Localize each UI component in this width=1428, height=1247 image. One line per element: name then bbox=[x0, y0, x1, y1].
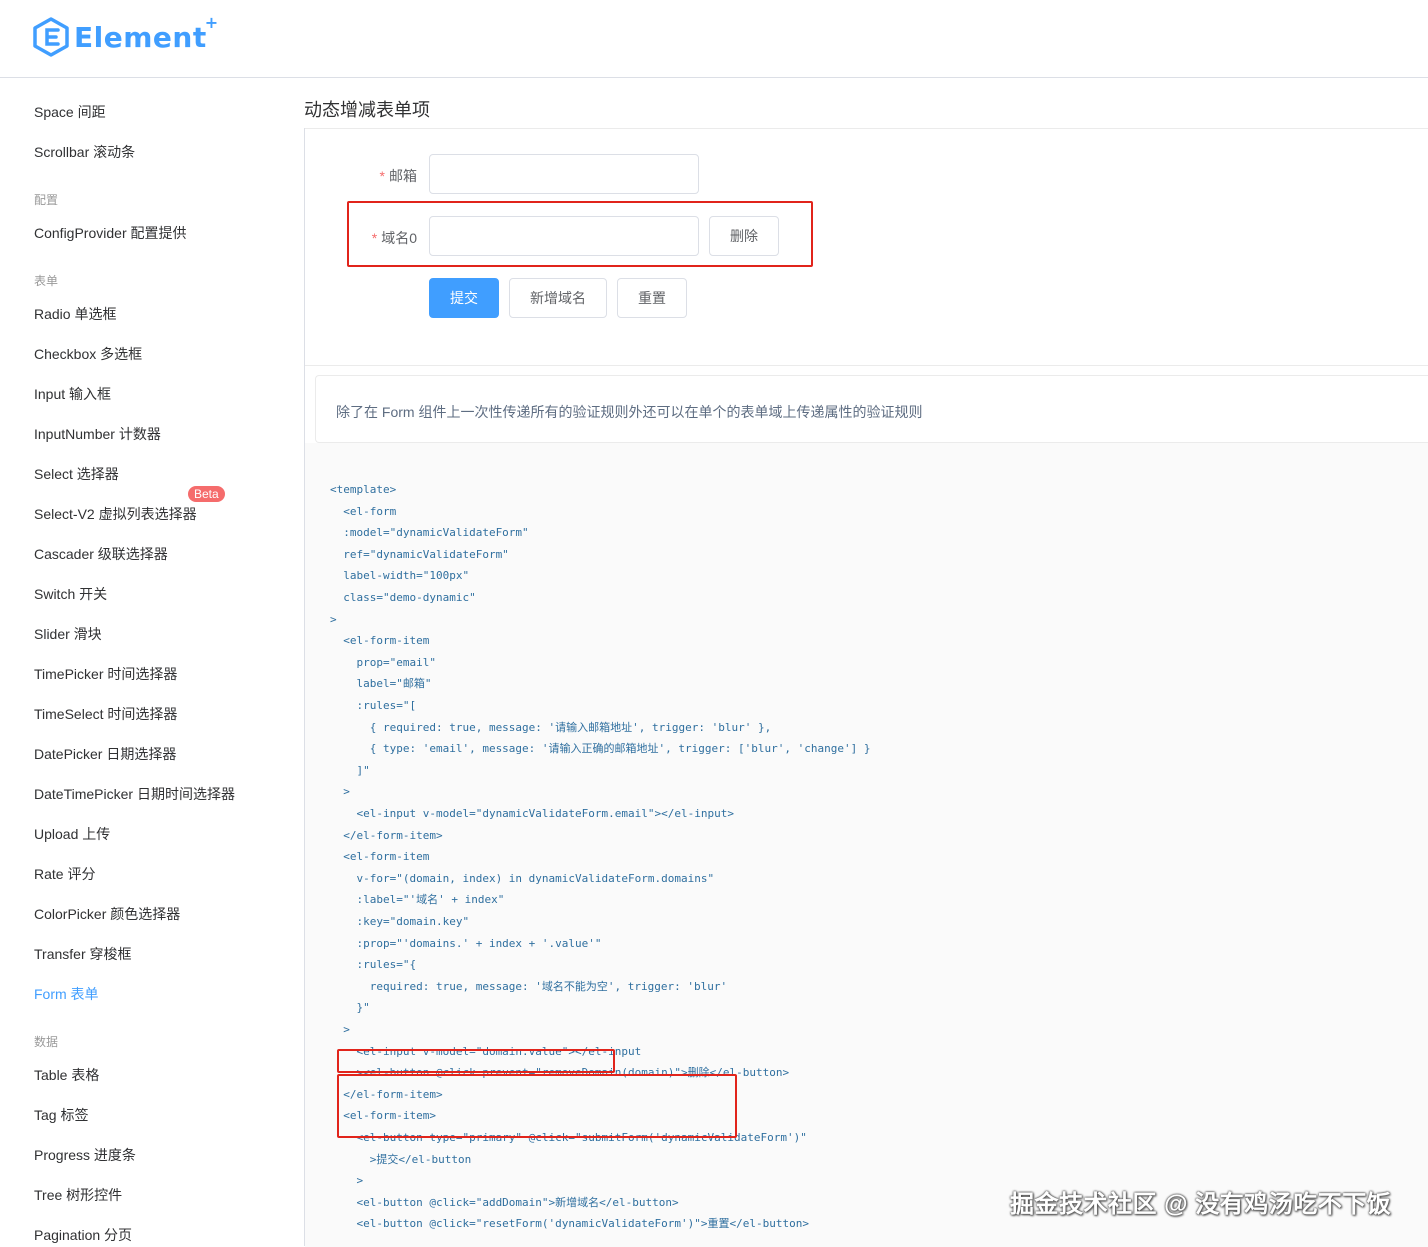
code-line: :rules="[ bbox=[330, 699, 417, 712]
code-line: </el-form-item> bbox=[330, 828, 443, 842]
reset-button[interactable]: 重置 bbox=[617, 278, 687, 318]
code-line: :prop="'domains.' + index + '.value'" bbox=[330, 936, 602, 950]
sidebar-item-space[interactable]: Space 间距 bbox=[34, 102, 106, 122]
sidebar-item-timepicker[interactable]: TimePicker 时间选择器 bbox=[34, 664, 177, 684]
code-block: <template> <el-form :model="dynamicValid… bbox=[305, 443, 1428, 1247]
sidebar-item-pagination[interactable]: Pagination 分页 bbox=[34, 1225, 132, 1245]
sidebar-item-rate[interactable]: Rate 评分 bbox=[34, 864, 95, 884]
code-line: v-for="(domain, index) in dynamicValidat… bbox=[330, 871, 715, 885]
sidebar-item-tag[interactable]: Tag 标签 bbox=[34, 1105, 88, 1125]
demo-block: * 邮箱 * 域名0 删除 提交 新增域名 重置 除了在 Form 组件上一次性传递… bbox=[304, 128, 1428, 1247]
top-header: Element + bbox=[0, 0, 1428, 78]
domain-label: * 域名0 bbox=[371, 230, 417, 246]
description-box: 除了在 Form 组件上一次性传递所有的验证规则外还可以在单个的表单域上传递属性… bbox=[315, 375, 1428, 443]
sidebar-item-checkbox[interactable]: Checkbox 多选框 bbox=[34, 344, 142, 364]
sidebar-item-input[interactable]: Input 输入框 bbox=[34, 384, 111, 404]
beta-badge: Beta bbox=[188, 486, 225, 502]
code-line: label-width="100px" bbox=[330, 569, 470, 583]
sidebar-item-upload[interactable]: Upload 上传 bbox=[34, 824, 110, 844]
code-line: required: true, message: '域名不能为空', trigg… bbox=[330, 979, 728, 993]
description-text: 除了在 Form 组件上一次性传递所有的验证规则外还可以在单个的表单域上传递属性… bbox=[336, 404, 923, 420]
code-line: <el-form bbox=[330, 504, 397, 518]
code-line: ]" bbox=[330, 763, 370, 777]
code-line: ref="dynamicValidateForm" bbox=[330, 547, 509, 561]
sidebar-item-progress[interactable]: Progress 进度条 bbox=[34, 1145, 136, 1165]
delete-button[interactable]: 删除 bbox=[709, 216, 779, 256]
code-line: :key="domain.key" bbox=[330, 915, 470, 928]
code-line: :rules="{ bbox=[330, 958, 417, 972]
add-domain-button[interactable]: 新增域名 bbox=[509, 278, 607, 318]
code-line: :model="dynamicValidateForm" bbox=[330, 526, 529, 540]
sidebar-nav: Space 间距 Scrollbar 滚动条 配置 ConfigProvider… bbox=[0, 78, 304, 1246]
sidebar-item-cascader[interactable]: Cascader 级联选择器 bbox=[34, 544, 168, 564]
code-line: > bbox=[330, 1174, 364, 1188]
code-line: </el-form-item> bbox=[330, 1087, 443, 1101]
code-line: { required: true, message: '请输入邮箱地址', tr… bbox=[330, 720, 772, 734]
code-line: <el-button type="primary" @click="submit… bbox=[330, 1131, 807, 1144]
sidebar-item-datepicker[interactable]: DatePicker 日期选择器 bbox=[34, 744, 176, 764]
sidebar-item-select[interactable]: Select 选择器 bbox=[34, 464, 119, 484]
code-line: :label="'域名' + index" bbox=[330, 893, 505, 907]
watermark: 掘金技术社区 @ 没有鸡汤吃不下饭 bbox=[1010, 1191, 1392, 1218]
code-line: ><el-button @click.prevent="removeDomain… bbox=[330, 1066, 790, 1080]
code-line: { type: 'email', message: '请输入正确的邮箱地址', … bbox=[330, 742, 871, 756]
demo-preview: * 邮箱 * 域名0 删除 提交 新增域名 重置 bbox=[305, 129, 1428, 366]
sidebar-item-timeselect[interactable]: TimeSelect 时间选择器 bbox=[34, 704, 177, 724]
code-line: <el-input v-model="dynamicValidateForm.e… bbox=[330, 807, 734, 820]
element-logo[interactable]: Element + bbox=[32, 12, 219, 58]
code-line: <el-form-item bbox=[330, 634, 430, 648]
sidebar-item-scrollbar[interactable]: Scrollbar 滚动条 bbox=[34, 142, 135, 162]
code-line: <el-form-item> bbox=[330, 1109, 436, 1123]
code-line: <el-button @click="addDomain">新增域名</el-b… bbox=[330, 1195, 679, 1209]
brand-name: Element + bbox=[74, 12, 219, 54]
code-line: >提交</el-button bbox=[330, 1152, 472, 1166]
sidebar-item-table[interactable]: Table 表格 bbox=[34, 1065, 99, 1085]
sidebar-item-transfer[interactable]: Transfer 穿梭框 bbox=[34, 944, 132, 964]
sidebar-group-data: 数据 bbox=[34, 1035, 59, 1049]
sidebar-group-form: 表单 bbox=[34, 274, 59, 288]
code-line: prop="email" bbox=[330, 655, 436, 669]
sidebar-item-slider[interactable]: Slider 滑块 bbox=[34, 624, 102, 644]
code-line: > bbox=[330, 612, 337, 626]
sidebar-item-datetimepicker[interactable]: DateTimePicker 日期时间选择器 bbox=[34, 784, 235, 804]
code-line: <el-form-item bbox=[330, 850, 430, 864]
code-line: > bbox=[330, 1023, 350, 1036]
domain-input[interactable] bbox=[429, 216, 699, 256]
sidebar-item-colorpicker[interactable]: ColorPicker 颜色选择器 bbox=[34, 904, 180, 924]
sidebar-item-radio[interactable]: Radio 单选框 bbox=[34, 304, 116, 324]
submit-button[interactable]: 提交 bbox=[429, 278, 499, 318]
code-line: label="邮箱" bbox=[330, 677, 432, 691]
sidebar-item-tree[interactable]: Tree 树形控件 bbox=[34, 1185, 122, 1205]
sidebar-group-config: 配置 bbox=[34, 193, 59, 207]
sidebar-item-form[interactable]: Form 表单 bbox=[34, 984, 99, 1004]
code-line: }" bbox=[330, 1001, 370, 1015]
sidebar-item-configprovider[interactable]: ConfigProvider 配置提供 bbox=[34, 223, 187, 243]
code-line: <template> bbox=[330, 483, 397, 496]
page-title: 动态增减表单项 bbox=[304, 100, 430, 120]
element-hexagon-icon bbox=[33, 17, 69, 57]
sidebar-divider bbox=[304, 128, 305, 1246]
sidebar-item-select-v2[interactable]: Select-V2 虚拟列表选择器 bbox=[34, 504, 197, 524]
sidebar-item-switch[interactable]: Switch 开关 bbox=[34, 584, 107, 604]
code-line: <el-button @click="resetForm('dynamicVal… bbox=[330, 1217, 809, 1231]
email-label: * 邮箱 bbox=[379, 168, 417, 184]
code-line: <el-input v-model="domain.value"></el-in… bbox=[330, 1044, 642, 1058]
sidebar-item-inputnumber[interactable]: InputNumber 计数器 bbox=[34, 424, 161, 444]
code-line: class="demo-dynamic" bbox=[330, 591, 476, 604]
email-input[interactable] bbox=[429, 154, 699, 194]
code-line: > bbox=[330, 785, 350, 799]
